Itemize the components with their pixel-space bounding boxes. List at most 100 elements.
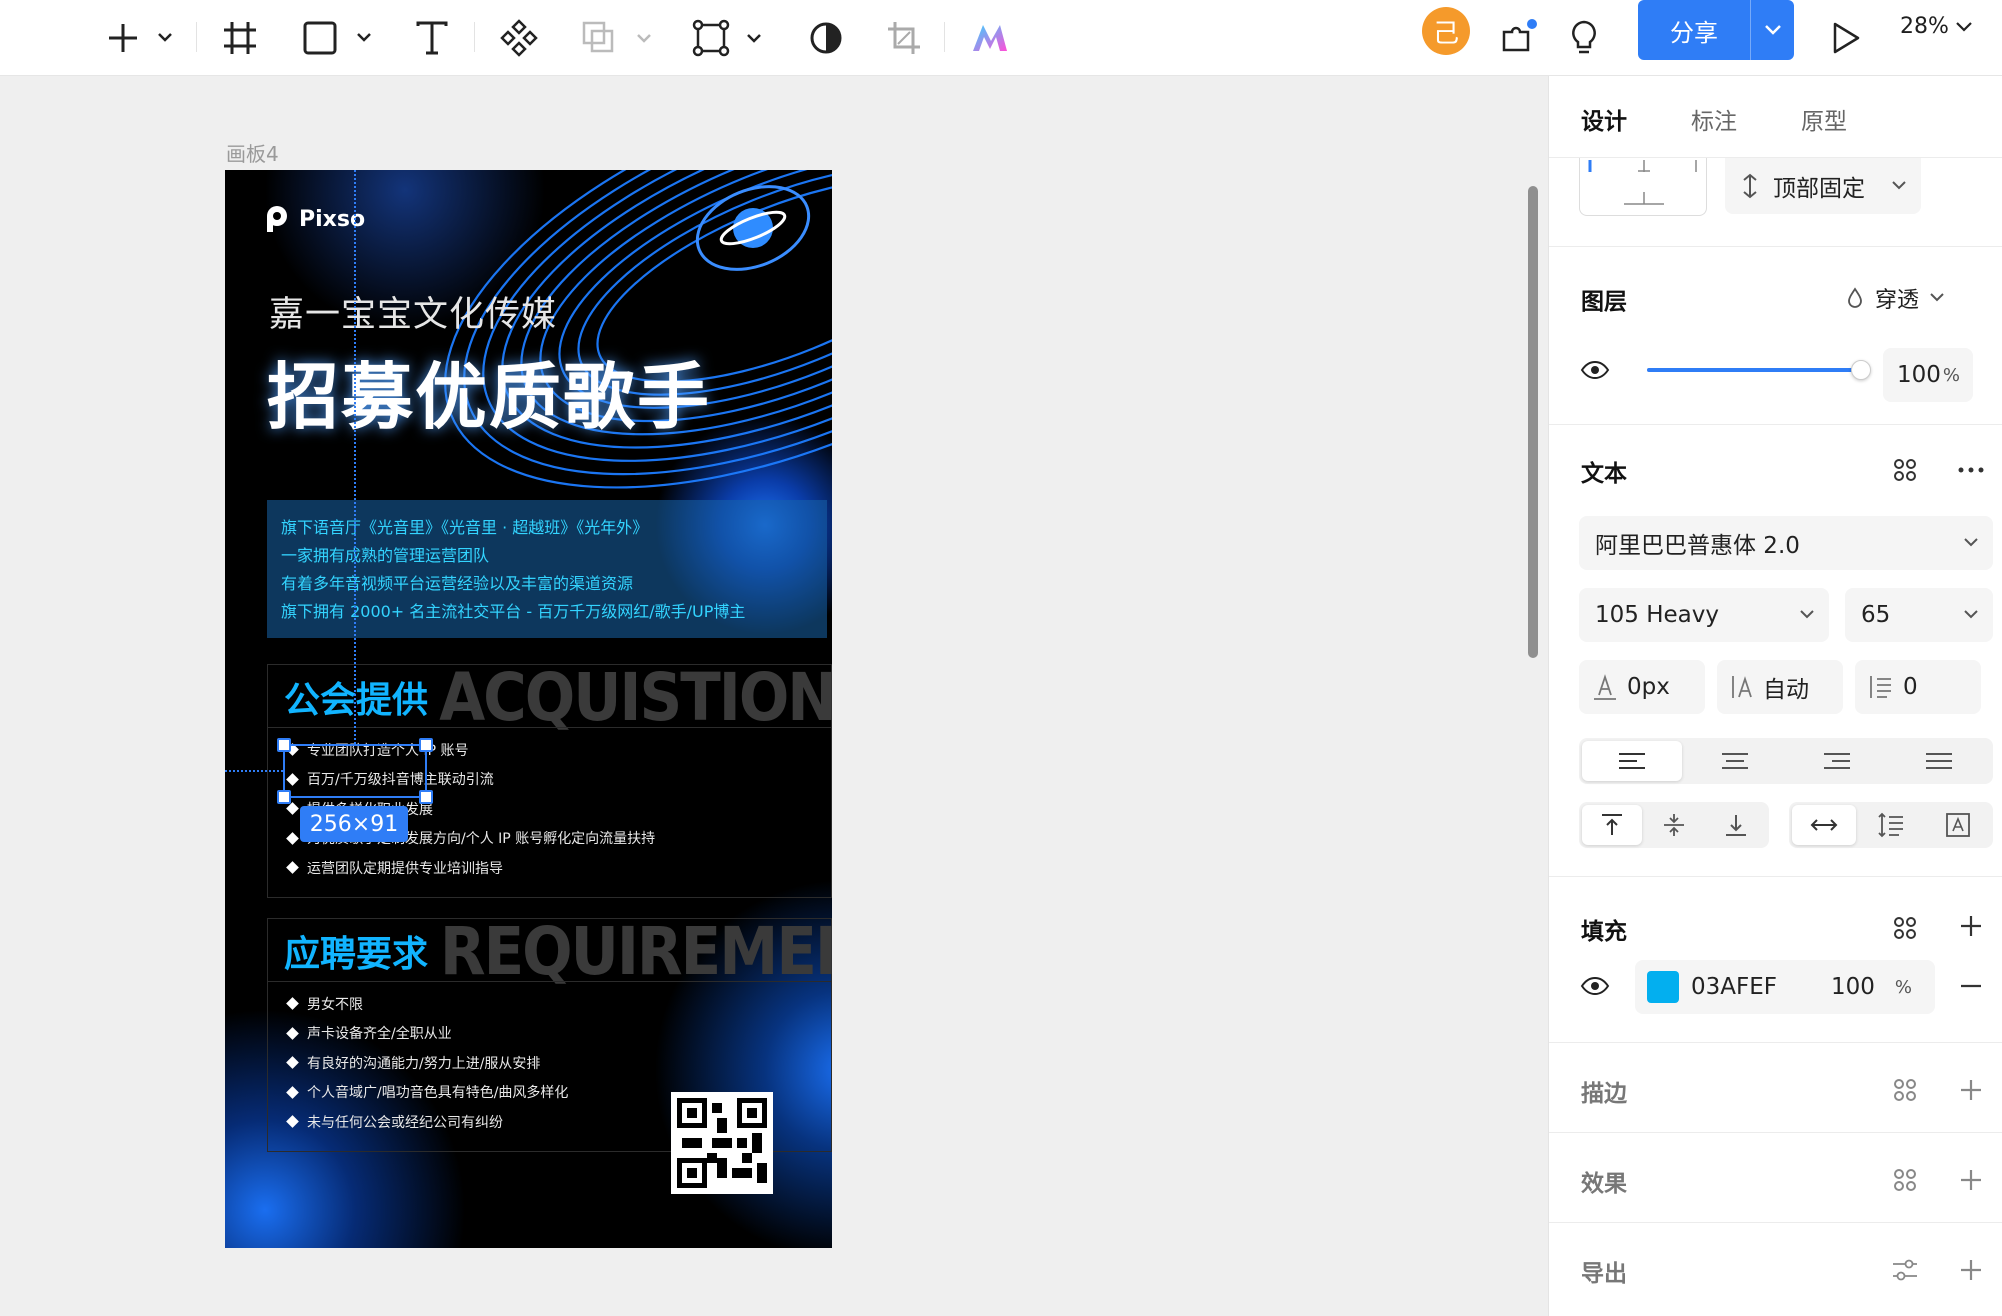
resize-handle-br[interactable] — [419, 790, 433, 804]
frame-tool-button[interactable] — [218, 10, 262, 66]
effect-styles-button[interactable] — [1887, 1164, 1923, 1196]
blend-mode-select[interactable]: 穿透 — [1845, 282, 1945, 314]
styles-grid-icon — [1894, 1169, 1916, 1191]
blend-mode-value: 穿透 — [1875, 288, 1920, 313]
alignment-guide-vertical — [354, 170, 356, 744]
align-center-button[interactable] — [1685, 741, 1785, 781]
font-family-select[interactable]: 阿里巴巴普惠体 2.0 — [1579, 516, 1993, 570]
qr-code-icon — [677, 1098, 767, 1188]
fill-visibility-toggle[interactable] — [1577, 968, 1613, 1004]
plugins-button[interactable] — [1496, 10, 1540, 66]
fill-hex-value[interactable]: 03AFEF — [1691, 974, 1803, 1000]
chevron-down-icon — [1892, 181, 1906, 190]
tab-design[interactable]: 设计 — [1581, 102, 1627, 136]
align-bottom-button[interactable] — [1706, 805, 1766, 845]
layer-visibility-toggle[interactable] — [1577, 352, 1613, 388]
vector-tool-button[interactable] — [692, 10, 772, 66]
text-more-button[interactable] — [1953, 454, 1989, 486]
zoom-control[interactable]: 28% — [1900, 14, 1973, 39]
poster-subtitle[interactable]: 嘉一宝宝文化传媒 — [269, 286, 557, 337]
opacity-slider[interactable] — [1647, 360, 1871, 380]
add-fill-button[interactable] — [1953, 908, 1989, 944]
poster-artboard[interactable]: Pixso 嘉一宝宝文化传媒 招募优质歌手 旗下语音厅《光音里》《光音里 · 超… — [225, 170, 832, 1248]
crop-tool-button[interactable] — [884, 10, 924, 66]
artboard-name[interactable]: 画板4 — [226, 138, 279, 167]
align-top-button[interactable] — [1582, 805, 1642, 845]
opacity-slider-fill — [1647, 368, 1861, 372]
fill-styles-button[interactable] — [1887, 912, 1923, 944]
component-tool-button[interactable] — [494, 10, 544, 66]
shape-tool-button[interactable] — [300, 10, 380, 66]
fill-color-row[interactable]: 03AFEF 100 % — [1635, 960, 1935, 1014]
align-left-button[interactable] — [1582, 741, 1682, 781]
paragraph-spacing-input[interactable]: 0 — [1855, 660, 1981, 714]
poster-headline[interactable]: 招募优质歌手 — [267, 338, 711, 443]
present-button[interactable] — [1826, 10, 1866, 66]
share-button[interactable]: 分享 — [1638, 0, 1794, 60]
remove-fill-button[interactable] — [1953, 968, 1989, 1004]
canvas-scrollbar[interactable] — [1528, 186, 1538, 658]
align-right-button[interactable] — [1787, 741, 1887, 781]
fixed-size-button[interactable] — [1926, 805, 1990, 845]
constraint-diagram-icon — [1588, 160, 1697, 205]
add-tool-button[interactable] — [96, 10, 180, 66]
list-item: 有良好的沟通能力/努力上进/服从安排 — [286, 1048, 568, 1078]
line-height-input[interactable]: 自动 — [1717, 660, 1843, 714]
add-export-button[interactable] — [1953, 1252, 1989, 1288]
text-styles-button[interactable] — [1887, 454, 1923, 486]
auto-width-button[interactable] — [1792, 805, 1856, 845]
section-title[interactable]: 公会提供 — [284, 671, 428, 723]
drop-icon — [1848, 287, 1862, 308]
text-tool-button[interactable] — [412, 10, 452, 66]
text-icon — [416, 21, 448, 55]
font-weight-select[interactable]: 105 Heavy — [1579, 588, 1829, 642]
share-dropdown-button[interactable] — [1750, 0, 1794, 60]
export-settings-button[interactable] — [1887, 1254, 1923, 1286]
stroke-styles-button[interactable] — [1887, 1074, 1923, 1106]
resize-handle-tl[interactable] — [277, 738, 291, 752]
more-icon — [1958, 467, 1984, 473]
opacity-slider-handle[interactable] — [1851, 360, 1871, 380]
plus-icon — [1961, 1170, 1981, 1190]
fill-color-swatch[interactable] — [1647, 971, 1679, 1003]
selection-dimensions: 256×91 — [300, 806, 408, 842]
chevron-down-icon — [1964, 538, 1978, 547]
intro-box[interactable]: 旗下语音厅《光音里》《光音里 · 超越班》《光年外》 一家拥有成熟的管理运营团队… — [267, 500, 827, 638]
vertical-constraint-select[interactable]: 顶部固定 — [1725, 158, 1921, 214]
opacity-input[interactable]: 100 % — [1883, 348, 1973, 402]
design-canvas[interactable]: 画板4 Pixso 嘉一宝宝文化传媒 招募优质歌手 旗下语音厅《光音里》《光音里… — [0, 76, 1548, 1316]
resize-handle-tr[interactable] — [419, 738, 433, 752]
align-justify-button[interactable] — [1889, 741, 1989, 781]
auto-height-button[interactable] — [1859, 805, 1923, 845]
mask-tool-button[interactable] — [806, 10, 846, 66]
opacity-value: 100 — [1897, 362, 1941, 388]
minus-icon — [1961, 984, 1981, 988]
add-effect-button[interactable] — [1953, 1162, 1989, 1198]
section-title[interactable]: 应聘要求 — [284, 925, 428, 977]
stroke-section-title: 描边 — [1581, 1081, 1627, 1107]
tips-button[interactable] — [1564, 10, 1604, 66]
paragraph-spacing-icon — [1870, 676, 1891, 698]
contrast-icon — [810, 22, 842, 54]
top-toolbar: 己 分享 28% — [0, 0, 2002, 76]
font-size-select[interactable]: 65 — [1845, 588, 1993, 642]
font-family-value: 阿里巴巴普惠体 2.0 — [1595, 533, 1800, 559]
selection-box[interactable] — [277, 738, 433, 804]
align-middle-button[interactable] — [1644, 805, 1704, 845]
resize-handle-bl[interactable] — [277, 790, 291, 804]
qr-code[interactable] — [671, 1092, 773, 1194]
add-stroke-button[interactable] — [1953, 1072, 1989, 1108]
boolean-tool-button[interactable] — [578, 10, 662, 66]
tab-annotate[interactable]: 标注 — [1691, 102, 1737, 136]
constraint-widget[interactable] — [1579, 158, 1707, 216]
tab-prototype[interactable]: 原型 — [1801, 102, 1847, 136]
plugin-button[interactable] — [968, 10, 1012, 66]
user-avatar[interactable]: 己 — [1422, 7, 1470, 55]
line-height-value: 自动 — [1763, 677, 1809, 703]
plus-icon — [109, 24, 172, 52]
horizontal-align-group — [1579, 738, 1993, 784]
align-justify-icon — [1926, 753, 1952, 769]
letter-spacing-input[interactable]: 0px — [1579, 660, 1705, 714]
crop-icon — [888, 22, 920, 54]
fill-opacity-value[interactable]: 100 — [1831, 974, 1875, 1000]
